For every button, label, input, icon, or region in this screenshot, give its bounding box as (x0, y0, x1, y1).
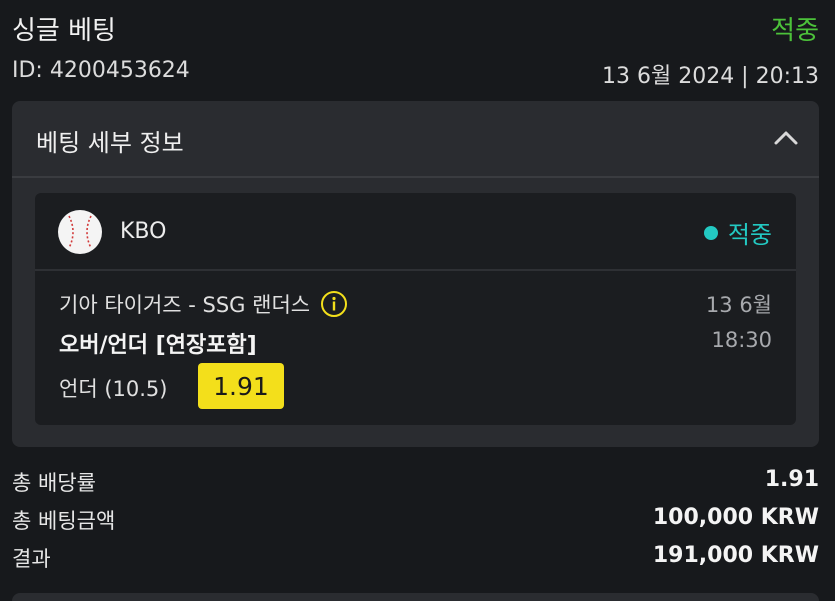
total-odds-label: 총 배당률 (12, 471, 96, 495)
summary-row-result: 결과 191,000 KRW (12, 541, 819, 579)
total-stake-label: 총 베팅금액 (12, 509, 116, 533)
summary-row-stake: 총 베팅금액 100,000 KRW (12, 503, 819, 541)
league-name: KBO (120, 219, 167, 244)
match-label: 기아 타이거즈 - SSG 랜더스 (59, 293, 311, 317)
bet-details-header[interactable]: 베팅 세부 정보 (12, 101, 819, 178)
bet-details-title: 베팅 세부 정보 (36, 129, 184, 157)
info-icon[interactable] (320, 290, 348, 318)
meta-row: ID: 4200453624 13 6월 2024 | 20:13 (12, 58, 819, 89)
result-label: 결과 (12, 547, 51, 571)
bet-summary: 총 배당률 1.91 총 베팅금액 100,000 KRW 결과 191,000… (12, 465, 819, 579)
event-status: 적중 (703, 215, 772, 250)
page-title: 싱글 베팅 (12, 16, 116, 46)
bet-datetime: 13 6월 2024 | 20:13 (601, 64, 819, 89)
bet-details-card: 베팅 세부 정보 KBO 적중 기아 타이거즈 - SSG 랜더스 13 6월 … (12, 101, 819, 447)
status-dot-icon (703, 225, 718, 240)
title-row: 싱글 베팅 적중 (12, 10, 819, 46)
selection-name: 언더 (10.5) (59, 377, 168, 401)
baseball-icon (58, 210, 102, 254)
total-stake-value: 100,000 KRW (652, 505, 819, 530)
summary-row-odds: 총 배당률 1.91 (12, 465, 819, 503)
odds-badge: 1.91 (198, 363, 284, 409)
chevron-up-icon[interactable] (773, 127, 799, 149)
next-card-edge (12, 593, 819, 601)
event-date: 13 6월 (705, 293, 772, 317)
match-name: 기아 타이거즈 - SSG 랜더스 (59, 289, 348, 319)
event-header: KBO 적중 (35, 193, 796, 271)
bet-result-badge: 적중 (771, 16, 819, 46)
result-value: 191,000 KRW (652, 543, 819, 568)
event-time: 18:30 (711, 328, 772, 352)
event-card: KBO 적중 기아 타이거즈 - SSG 랜더스 13 6월 오버/언더 [연장… (35, 193, 796, 425)
bet-id: ID: 4200453624 (12, 58, 190, 83)
market-name: 오버/언더 [연장포함] (59, 333, 257, 358)
event-status-label: 적중 (727, 221, 772, 249)
total-odds-value: 1.91 (764, 467, 819, 492)
